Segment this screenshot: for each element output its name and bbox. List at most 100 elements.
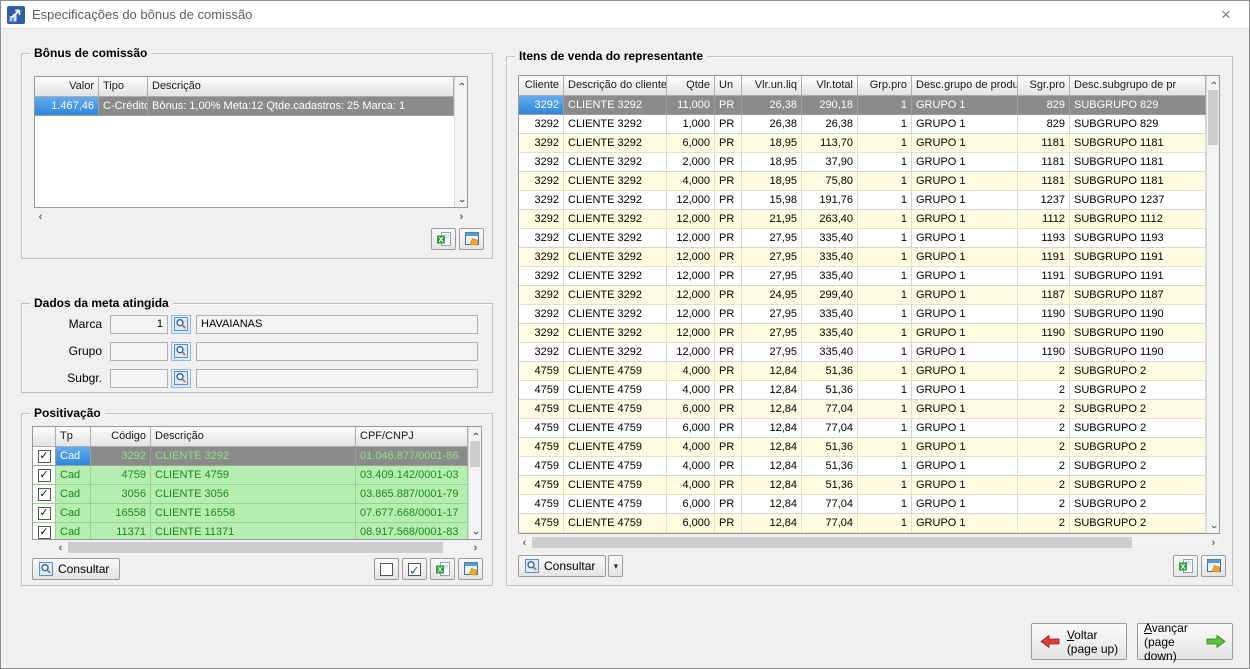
cell[interactable]: 1112 bbox=[1018, 210, 1070, 229]
items-row[interactable]: 3292CLIENTE 32924,000PR18,9575,801GRUPO … bbox=[519, 172, 1206, 191]
cell[interactable]: PR bbox=[715, 343, 742, 362]
cell[interactable]: 1,000 bbox=[667, 115, 715, 134]
cell[interactable]: GRUPO 1 bbox=[912, 362, 1018, 381]
cell[interactable]: 51,36 bbox=[802, 362, 858, 381]
items-row[interactable]: 3292CLIENTE 329212,000PR15,98191,761GRUP… bbox=[519, 191, 1206, 210]
cell[interactable]: PR bbox=[715, 419, 742, 438]
cell[interactable]: GRUPO 1 bbox=[912, 153, 1018, 172]
bonus-row[interactable]: 1.467,46C-CréditoBônus: 1,00% Meta:12 Qt… bbox=[35, 97, 454, 116]
cell[interactable]: Cad bbox=[56, 485, 91, 504]
cell[interactable]: 1191 bbox=[1018, 248, 1070, 267]
positivacao-row[interactable]: ✓Cad11371CLIENTE 1137108.917.568/0001-83 bbox=[33, 523, 468, 539]
column-header[interactable]: Desc.subgrupo de pr bbox=[1070, 76, 1206, 96]
cell[interactable]: 77,04 bbox=[802, 495, 858, 514]
cell[interactable]: SUBGRUPO 1190 bbox=[1070, 343, 1206, 362]
grupo-description-field[interactable] bbox=[196, 342, 478, 361]
cell[interactable]: 18,95 bbox=[742, 134, 802, 153]
cell[interactable]: PR bbox=[715, 324, 742, 343]
excel-export-button[interactable]: X bbox=[431, 228, 456, 250]
cell[interactable]: 4,000 bbox=[667, 476, 715, 495]
cell[interactable]: 12,84 bbox=[742, 438, 802, 457]
cell[interactable]: PR bbox=[715, 305, 742, 324]
cell[interactable]: 1 bbox=[858, 191, 912, 210]
cell[interactable]: PR bbox=[715, 438, 742, 457]
cell[interactable]: 4,000 bbox=[667, 381, 715, 400]
cell[interactable]: GRUPO 1 bbox=[912, 267, 1018, 286]
cell[interactable]: SUBGRUPO 1191 bbox=[1070, 248, 1206, 267]
cell[interactable]: 6,000 bbox=[667, 400, 715, 419]
subgrupo-code-input[interactable] bbox=[110, 369, 168, 388]
cell[interactable]: 4,000 bbox=[667, 172, 715, 191]
cell[interactable]: SUBGRUPO 2 bbox=[1070, 476, 1206, 495]
cell[interactable]: CLIENTE 3292 bbox=[564, 134, 667, 153]
cell[interactable]: 51,36 bbox=[802, 438, 858, 457]
items-row[interactable]: 3292CLIENTE 329212,000PR27,95335,401GRUP… bbox=[519, 229, 1206, 248]
cell[interactable]: 191,76 bbox=[802, 191, 858, 210]
subgrupo-description-field[interactable] bbox=[196, 369, 478, 388]
items-row[interactable]: 4759CLIENTE 47594,000PR12,8451,361GRUPO … bbox=[519, 381, 1206, 400]
cell[interactable]: GRUPO 1 bbox=[912, 286, 1018, 305]
cell[interactable]: 3292 bbox=[519, 96, 564, 115]
cell[interactable]: 1 bbox=[858, 514, 912, 533]
items-row[interactable]: 3292CLIENTE 329212,000PR27,95335,401GRUP… bbox=[519, 305, 1206, 324]
cell[interactable]: GRUPO 1 bbox=[912, 457, 1018, 476]
check-all-button[interactable]: ✓ bbox=[402, 558, 427, 580]
cell[interactable]: CLIENTE 11371 bbox=[151, 523, 356, 539]
cell[interactable]: 1187 bbox=[1018, 286, 1070, 305]
cell[interactable]: 4759 bbox=[519, 476, 564, 495]
cell[interactable]: 18,95 bbox=[742, 172, 802, 191]
cell[interactable]: 1 bbox=[858, 286, 912, 305]
cell[interactable]: PR bbox=[715, 229, 742, 248]
cell[interactable]: SUBGRUPO 2 bbox=[1070, 457, 1206, 476]
column-header[interactable] bbox=[33, 427, 56, 447]
cell[interactable]: 2 bbox=[1018, 419, 1070, 438]
cell[interactable]: 26,38 bbox=[802, 115, 858, 134]
cell[interactable]: GRUPO 1 bbox=[912, 210, 1018, 229]
cell[interactable]: 3292 bbox=[91, 447, 151, 466]
positivacao-vertical-scrollbar[interactable]: › › bbox=[468, 427, 481, 539]
report-button[interactable] bbox=[459, 228, 484, 250]
items-row[interactable]: 4759CLIENTE 47594,000PR12,8451,361GRUPO … bbox=[519, 457, 1206, 476]
cell[interactable]: 12,84 bbox=[742, 457, 802, 476]
cell[interactable]: PR bbox=[715, 191, 742, 210]
cell[interactable]: 3292 bbox=[519, 343, 564, 362]
cell[interactable]: 1 bbox=[858, 324, 912, 343]
cell[interactable]: 12,000 bbox=[667, 267, 715, 286]
cell[interactable]: CLIENTE 3292 bbox=[564, 210, 667, 229]
cell[interactable]: 2,000 bbox=[667, 153, 715, 172]
cell[interactable]: 37,90 bbox=[802, 153, 858, 172]
cell[interactable]: GRUPO 1 bbox=[912, 438, 1018, 457]
positivacao-row[interactable]: ✓Cad3292CLIENTE 329201.046.877/0001-86 bbox=[33, 447, 468, 466]
cell[interactable]: 4759 bbox=[519, 457, 564, 476]
cell[interactable]: Cad bbox=[56, 466, 91, 485]
cell[interactable]: 3292 bbox=[519, 248, 564, 267]
cell[interactable]: 4759 bbox=[519, 438, 564, 457]
items-row[interactable]: 4759CLIENTE 47596,000PR12,8477,041GRUPO … bbox=[519, 514, 1206, 533]
cell[interactable]: SUBGRUPO 1190 bbox=[1070, 324, 1206, 343]
cell[interactable]: 2 bbox=[1018, 476, 1070, 495]
cell[interactable]: 12,84 bbox=[742, 514, 802, 533]
scroll-right-button[interactable]: › bbox=[1207, 536, 1220, 549]
cell[interactable]: CLIENTE 4759 bbox=[564, 400, 667, 419]
cell[interactable]: SUBGRUPO 1191 bbox=[1070, 267, 1206, 286]
column-header[interactable]: Grp.pro bbox=[858, 76, 912, 96]
cell[interactable]: 1 bbox=[858, 229, 912, 248]
cell[interactable]: 1181 bbox=[1018, 134, 1070, 153]
cell[interactable]: 4,000 bbox=[667, 362, 715, 381]
cell[interactable]: GRUPO 1 bbox=[912, 134, 1018, 153]
positivacao-row[interactable]: ✓Cad3056CLIENTE 305603.865.887/0001-79 bbox=[33, 485, 468, 504]
cell[interactable]: 1 bbox=[858, 305, 912, 324]
cell[interactable]: 113,70 bbox=[802, 134, 858, 153]
cell[interactable]: 290,18 bbox=[802, 96, 858, 115]
cell[interactable]: CLIENTE 4759 bbox=[151, 466, 356, 485]
cell[interactable]: CLIENTE 4759 bbox=[564, 457, 667, 476]
column-header[interactable]: Vlr.total bbox=[802, 76, 858, 96]
cell[interactable]: 11371 bbox=[91, 523, 151, 539]
cell[interactable]: 27,95 bbox=[742, 324, 802, 343]
cell[interactable]: 2 bbox=[1018, 400, 1070, 419]
cell[interactable]: 1 bbox=[858, 343, 912, 362]
cell[interactable]: 1190 bbox=[1018, 305, 1070, 324]
cell[interactable]: CLIENTE 4759 bbox=[564, 419, 667, 438]
cell[interactable]: 1 bbox=[858, 419, 912, 438]
cell[interactable]: 4759 bbox=[91, 466, 151, 485]
